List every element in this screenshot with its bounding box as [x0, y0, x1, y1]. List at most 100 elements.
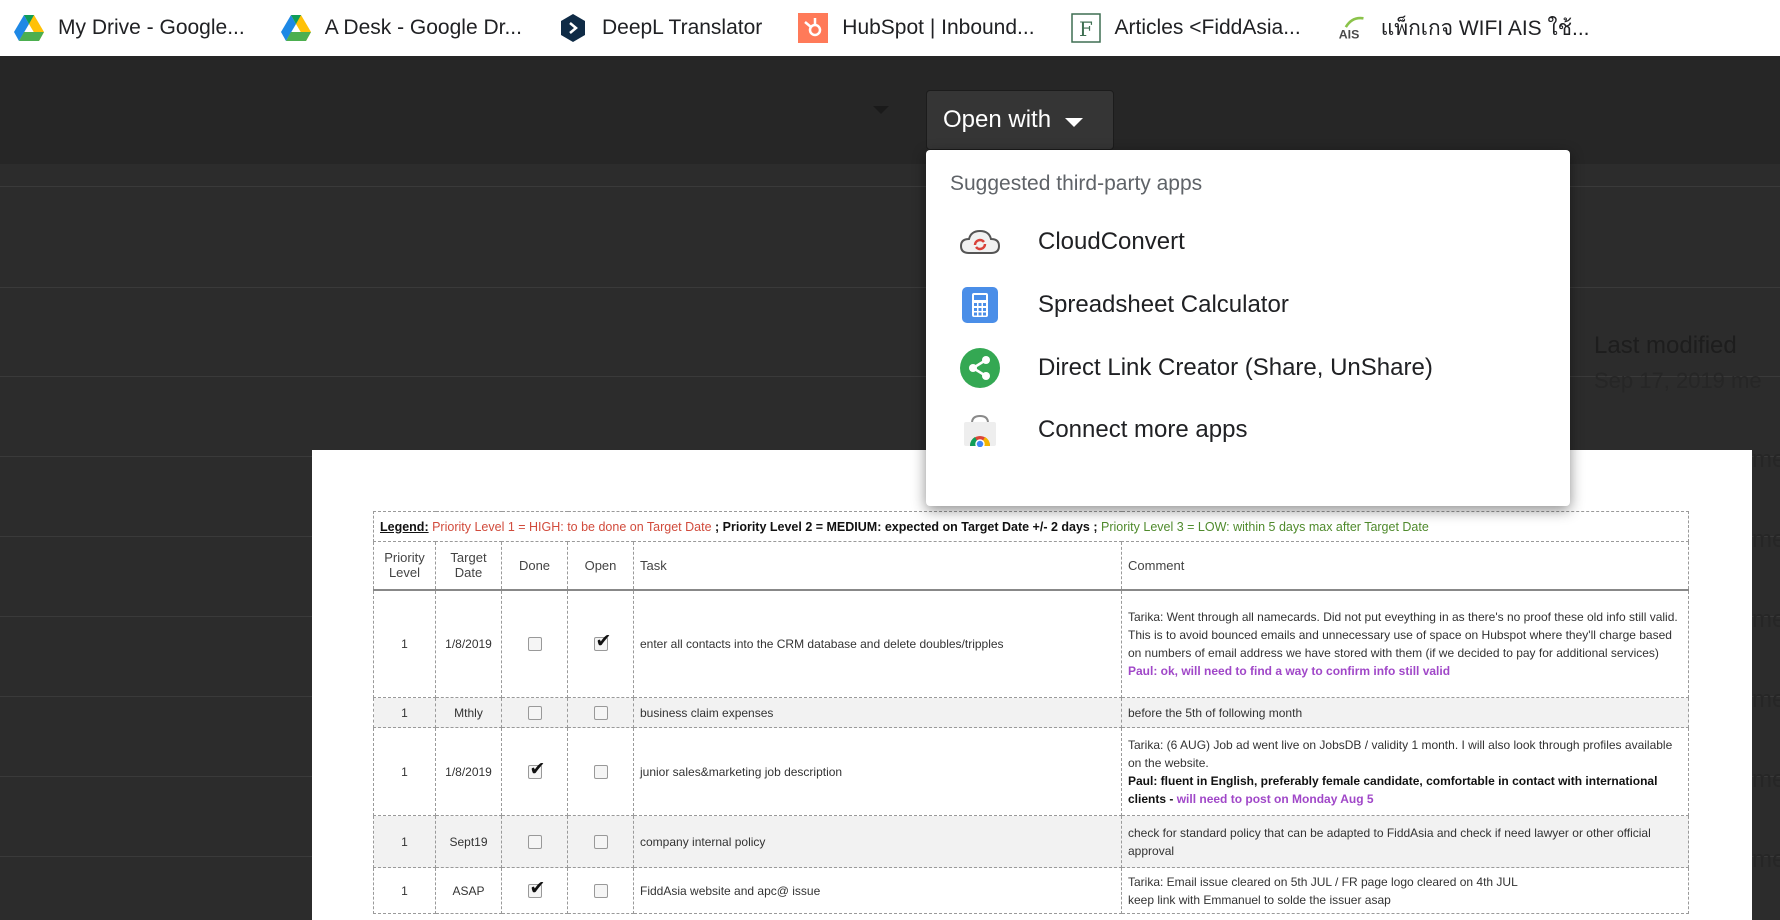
menu-item-label: Spreadsheet Calculator	[1038, 291, 1289, 318]
open-checkbox	[593, 883, 608, 898]
done-checkbox	[527, 877, 545, 900]
calculator-icon	[958, 283, 1002, 327]
bookmark-deepl[interactable]: DeepL Translator	[558, 13, 762, 43]
google-drive-icon	[280, 13, 311, 43]
open-cell	[567, 589, 634, 698]
task-cell: company internal policy	[633, 815, 1122, 868]
open-checkbox	[593, 834, 608, 849]
done-cell	[501, 727, 568, 816]
header-done: Done	[501, 541, 568, 591]
done-cell	[501, 867, 568, 914]
bookmark-a-desk[interactable]: A Desk - Google Dr...	[280, 13, 522, 43]
ais-icon: AIS	[1337, 13, 1367, 43]
owner-clip: me	[1752, 606, 1780, 633]
header-target-date: Target Date	[435, 541, 502, 591]
open-cell	[567, 815, 634, 868]
bookmark-label: DeepL Translator	[601, 16, 763, 39]
bookmark-fiddasia[interactable]: F Articles <FiddAsia...	[1070, 13, 1301, 43]
comment-text: Tarika: (6 AUG) Job ad went live on Jobs…	[1128, 737, 1673, 770]
header-comment: Comment	[1121, 541, 1689, 591]
priority-cell: 1	[373, 815, 436, 868]
chrome-web-store-icon	[958, 408, 1002, 452]
table-row: 1 1/8/2019 enter all contacts into the C…	[373, 589, 1689, 698]
owner-clip: me	[1752, 686, 1780, 713]
legend-separator: ;	[711, 519, 723, 534]
comment-cell: check for standard policy that can be ad…	[1121, 815, 1689, 868]
menu-item-label: Direct Link Creator (Share, UnShare)	[1038, 354, 1433, 381]
document-preview: Legend: Priority Level 1 = HIGH: to be d…	[312, 450, 1752, 920]
cloudconvert-icon	[958, 220, 1002, 264]
column-header-last-modified: Last modified	[1594, 332, 1737, 359]
table-header-row: Priority Level Target Date Done Open Tas…	[373, 541, 1689, 591]
open-with-button[interactable]: Open with	[926, 90, 1114, 150]
table-row: 1 Mthly business claim expenses before t…	[373, 697, 1689, 728]
task-cell: FiddAsia website and apc@ issue	[633, 867, 1122, 914]
last-modified-value: Sep 17, 2019 me	[1594, 368, 1762, 393]
open-checkbox	[593, 764, 608, 779]
deepl-icon	[558, 13, 588, 43]
date-cell: ASAP	[435, 867, 502, 914]
open-with-menu: Suggested third-party apps CloudConvert …	[926, 150, 1570, 506]
open-cell	[567, 727, 634, 816]
date-cell: Sept19	[435, 815, 502, 868]
owner-clip: me	[1752, 446, 1780, 473]
done-cell	[501, 589, 568, 698]
bookmark-hubspot[interactable]: HubSpot | Inbound...	[798, 13, 1035, 43]
comment-cell: before the 5th of following month	[1121, 697, 1689, 728]
bookmark-label: แพ็กเกจ WIFI AIS ใช้...	[1380, 16, 1590, 40]
priority-cell: 1	[373, 589, 436, 698]
menu-item-label: Connect more apps	[1038, 416, 1248, 443]
task-cell: enter all contacts into the CRM database…	[633, 589, 1122, 698]
done-checkbox	[527, 758, 545, 781]
priority-cell: 1	[373, 727, 436, 816]
drive-top-bar	[0, 56, 1780, 164]
legend-cell: Legend: Priority Level 1 = HIGH: to be d…	[373, 511, 1689, 542]
svg-text:F: F	[1079, 17, 1093, 41]
menu-item-cloudconvert[interactable]: CloudConvert	[926, 206, 1570, 278]
legend-separator: ;	[1089, 519, 1101, 534]
bookmark-label: My Drive - Google...	[58, 16, 245, 39]
bookmark-ais[interactable]: AIS แพ็กเกจ WIFI AIS ใช้...	[1337, 12, 1590, 45]
legend-priority-3: Priority Level 3 = LOW: within 5 days ma…	[1101, 519, 1429, 534]
owner-clip: me	[1752, 846, 1780, 873]
header-task: Task	[633, 541, 1122, 591]
comment-cell: Tarika: (6 AUG) Job ad went live on Jobs…	[1121, 727, 1689, 816]
table-row: 1 Sept19 company internal policy check f…	[373, 815, 1689, 868]
bookmark-my-drive[interactable]: My Drive - Google...	[14, 13, 245, 43]
menu-item-spreadsheet-calculator[interactable]: Spreadsheet Calculator	[926, 269, 1570, 341]
priority-cell: 1	[373, 697, 436, 728]
hubspot-icon	[798, 13, 829, 43]
menu-item-connect-more-apps[interactable]: Connect more apps	[926, 394, 1570, 466]
legend-prefix: Legend:	[380, 519, 429, 534]
task-cell: business claim expenses	[633, 697, 1122, 728]
menu-section-title: Suggested third-party apps	[950, 172, 1203, 195]
header-priority-level: Priority Level	[373, 541, 436, 591]
open-checkbox	[593, 630, 611, 653]
date-cell: 1/8/2019	[435, 589, 502, 698]
comment-cell: Tarika: Went through all namecards. Did …	[1121, 589, 1689, 698]
open-with-label: Open with	[943, 106, 1052, 133]
bookmark-label: A Desk - Google Dr...	[324, 16, 522, 39]
done-cell	[501, 815, 568, 868]
comment-text: Tarika: Email issue cleared on 5th JUL /…	[1128, 874, 1518, 889]
legend-priority-2: Priority Level 2 = MEDIUM: expected on T…	[722, 519, 1090, 534]
comment-line-2: keep link with Emmanuel to solde the iss…	[1128, 892, 1391, 907]
table-row: 1 1/8/2019 junior sales&marketing job de…	[373, 727, 1689, 816]
comment-highlight: will need to post on Monday Aug 5	[1176, 791, 1374, 806]
fiddasia-icon: F	[1070, 13, 1101, 43]
bookmark-label: HubSpot | Inbound...	[842, 16, 1035, 39]
done-cell	[501, 697, 568, 728]
bookmarks-bar: My Drive - Google... A Desk - Google Dr.…	[0, 0, 1780, 56]
priority-cell: 1	[373, 867, 436, 914]
menu-item-label: CloudConvert	[1038, 228, 1185, 255]
date-cell: 1/8/2019	[435, 727, 502, 816]
comment-highlight: Paul: ok, will need to find a way to con…	[1128, 663, 1451, 678]
done-checkbox	[527, 637, 542, 652]
open-cell	[567, 697, 634, 728]
dropdown-caret-icon	[873, 106, 889, 114]
legend-priority-1: Priority Level 1 = HIGH: to be done on T…	[432, 519, 712, 534]
done-checkbox	[527, 705, 542, 720]
open-checkbox	[593, 705, 608, 720]
owner-clip: me	[1752, 766, 1780, 793]
svg-text:AIS: AIS	[1338, 28, 1359, 42]
